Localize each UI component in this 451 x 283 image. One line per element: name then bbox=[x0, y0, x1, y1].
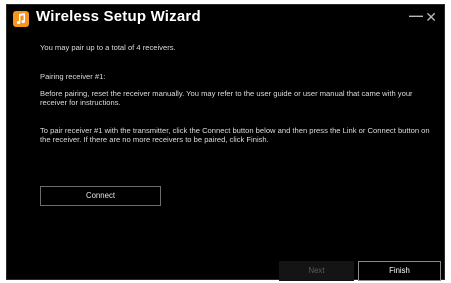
minimize-icon[interactable]: — bbox=[409, 7, 423, 23]
music-note-glyph bbox=[16, 13, 26, 25]
finish-button[interactable]: Finish bbox=[358, 261, 441, 281]
pairing-instructions-text: To pair receiver #1 with the transmitter… bbox=[40, 126, 430, 144]
next-button[interactable]: Next bbox=[279, 261, 354, 281]
pairing-heading: Pairing receiver #1: bbox=[40, 72, 106, 81]
music-note-icon bbox=[13, 11, 29, 27]
close-icon[interactable]: ✕ bbox=[425, 9, 437, 25]
connect-button[interactable]: Connect bbox=[40, 186, 161, 206]
title-bar[interactable]: Wireless Setup Wizard — ✕ bbox=[7, 5, 444, 33]
reset-instructions-text: Before pairing, reset the receiver manua… bbox=[40, 89, 413, 107]
receiver-limit-text: You may pair up to a total of 4 receiver… bbox=[40, 43, 176, 52]
window-title: Wireless Setup Wizard bbox=[36, 8, 201, 25]
wizard-window: Wireless Setup Wizard — ✕ You may pair u… bbox=[6, 4, 445, 281]
